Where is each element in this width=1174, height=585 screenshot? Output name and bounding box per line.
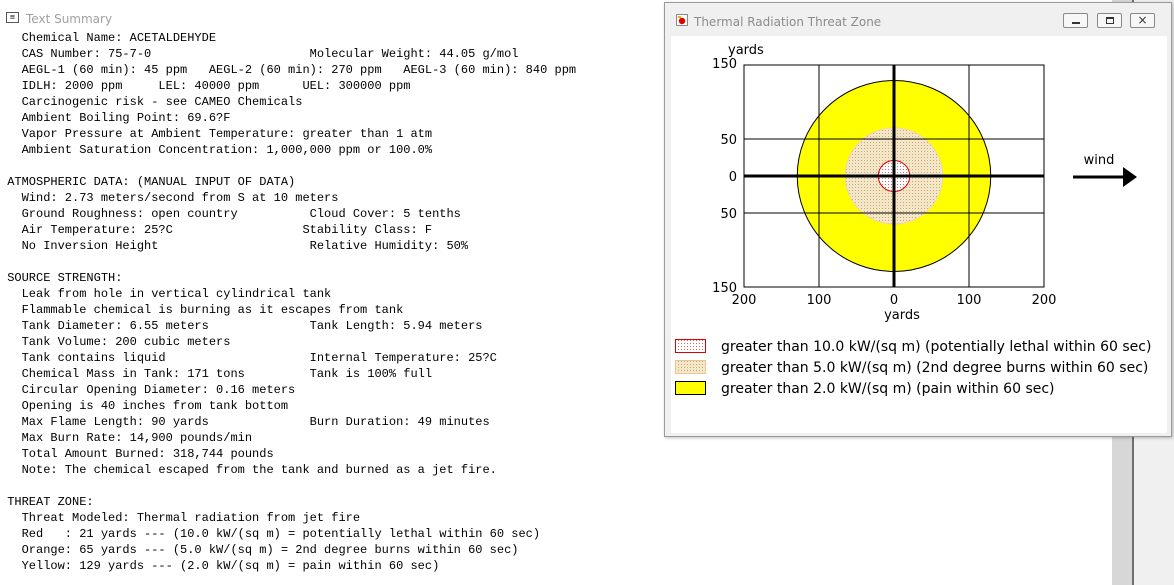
threat-zone-plot: yards15050050150200 100 0 100 200yardswind g… [675, 43, 1151, 397]
x-tick-label: 200 [732, 293, 757, 308]
summary-line: Orange: 65 yards --- (5.0 kW/(sq m) = 2n… [0, 543, 519, 557]
legend: greater than 10.0 kW/(sq m) (potentially… [675, 339, 1151, 397]
flame-window-icon [676, 14, 688, 26]
window-title: Text Summary [26, 12, 113, 26]
legend-swatch-red-dotted [675, 339, 706, 353]
summary-line: Note: The chemical escaped from the tank… [0, 463, 497, 477]
threat-zone-titlebar[interactable]: Thermal Radiation Threat Zone × [665, 3, 1171, 37]
maximize-button[interactable] [1097, 13, 1122, 28]
window-title: Thermal Radiation Threat Zone [694, 15, 882, 29]
summary-line [0, 478, 1110, 494]
threat-zone-window: Thermal Radiation Threat Zone × yards 150… [664, 2, 1172, 437]
minimize-button[interactable] [1063, 13, 1088, 28]
x-tick-label: 100 [807, 293, 832, 308]
legend-swatch-yellow-solid [675, 381, 706, 395]
y-tick-label: 50 [720, 207, 737, 222]
summary-line: Red : 21 yards --- (10.0 kW/(sq m) = pot… [0, 527, 541, 541]
summary-line: THREAT ZONE: [0, 495, 94, 509]
wind-label: wind [1084, 153, 1115, 168]
close-icon: × [1137, 13, 1148, 27]
legend-swatch-orange-dotted [675, 360, 706, 374]
summary-line: Threat Modeled: Thermal radiation from j… [0, 511, 361, 525]
y-tick-label: 50 [720, 133, 737, 148]
legend-label: greater than 5.0 kW/(sq m) (2nd degree b… [721, 360, 1148, 376]
threat-zone-plot-area: yards 150 50 0 50 150 200 100 0 100 200 yards wind g… [671, 36, 1167, 433]
summary-line: Total Amount Burned: 318,744 pounds [0, 447, 274, 461]
legend-label: greater than 10.0 kW/(sq m) (potentially… [721, 339, 1151, 355]
wind-arrow-icon [1073, 167, 1137, 187]
summary-line: Yellow: 129 yards --- (2.0 kW/(sq m) = p… [0, 559, 440, 573]
maximize-icon [1106, 17, 1114, 24]
minimize-icon [1072, 22, 1080, 24]
document-icon: ≡ [6, 12, 19, 23]
x-tick-label: 100 [957, 293, 982, 308]
y-tick-label: 0 [729, 170, 737, 185]
plot-layer: yards15050050150200 100 0 100 200yardswind [712, 43, 1137, 323]
legend-label: greater than 2.0 kW/(sq m) (pain within … [721, 381, 1055, 397]
x-tick-label: 0 [890, 293, 898, 308]
wind-arrow-head [1123, 167, 1137, 187]
y-tick-label: 150 [712, 57, 737, 72]
x-axis-unit-label: yards [884, 308, 920, 323]
close-button[interactable]: × [1130, 13, 1155, 28]
y-axis-unit-label: yards [728, 43, 764, 58]
x-tick-label: 200 [1032, 293, 1057, 308]
